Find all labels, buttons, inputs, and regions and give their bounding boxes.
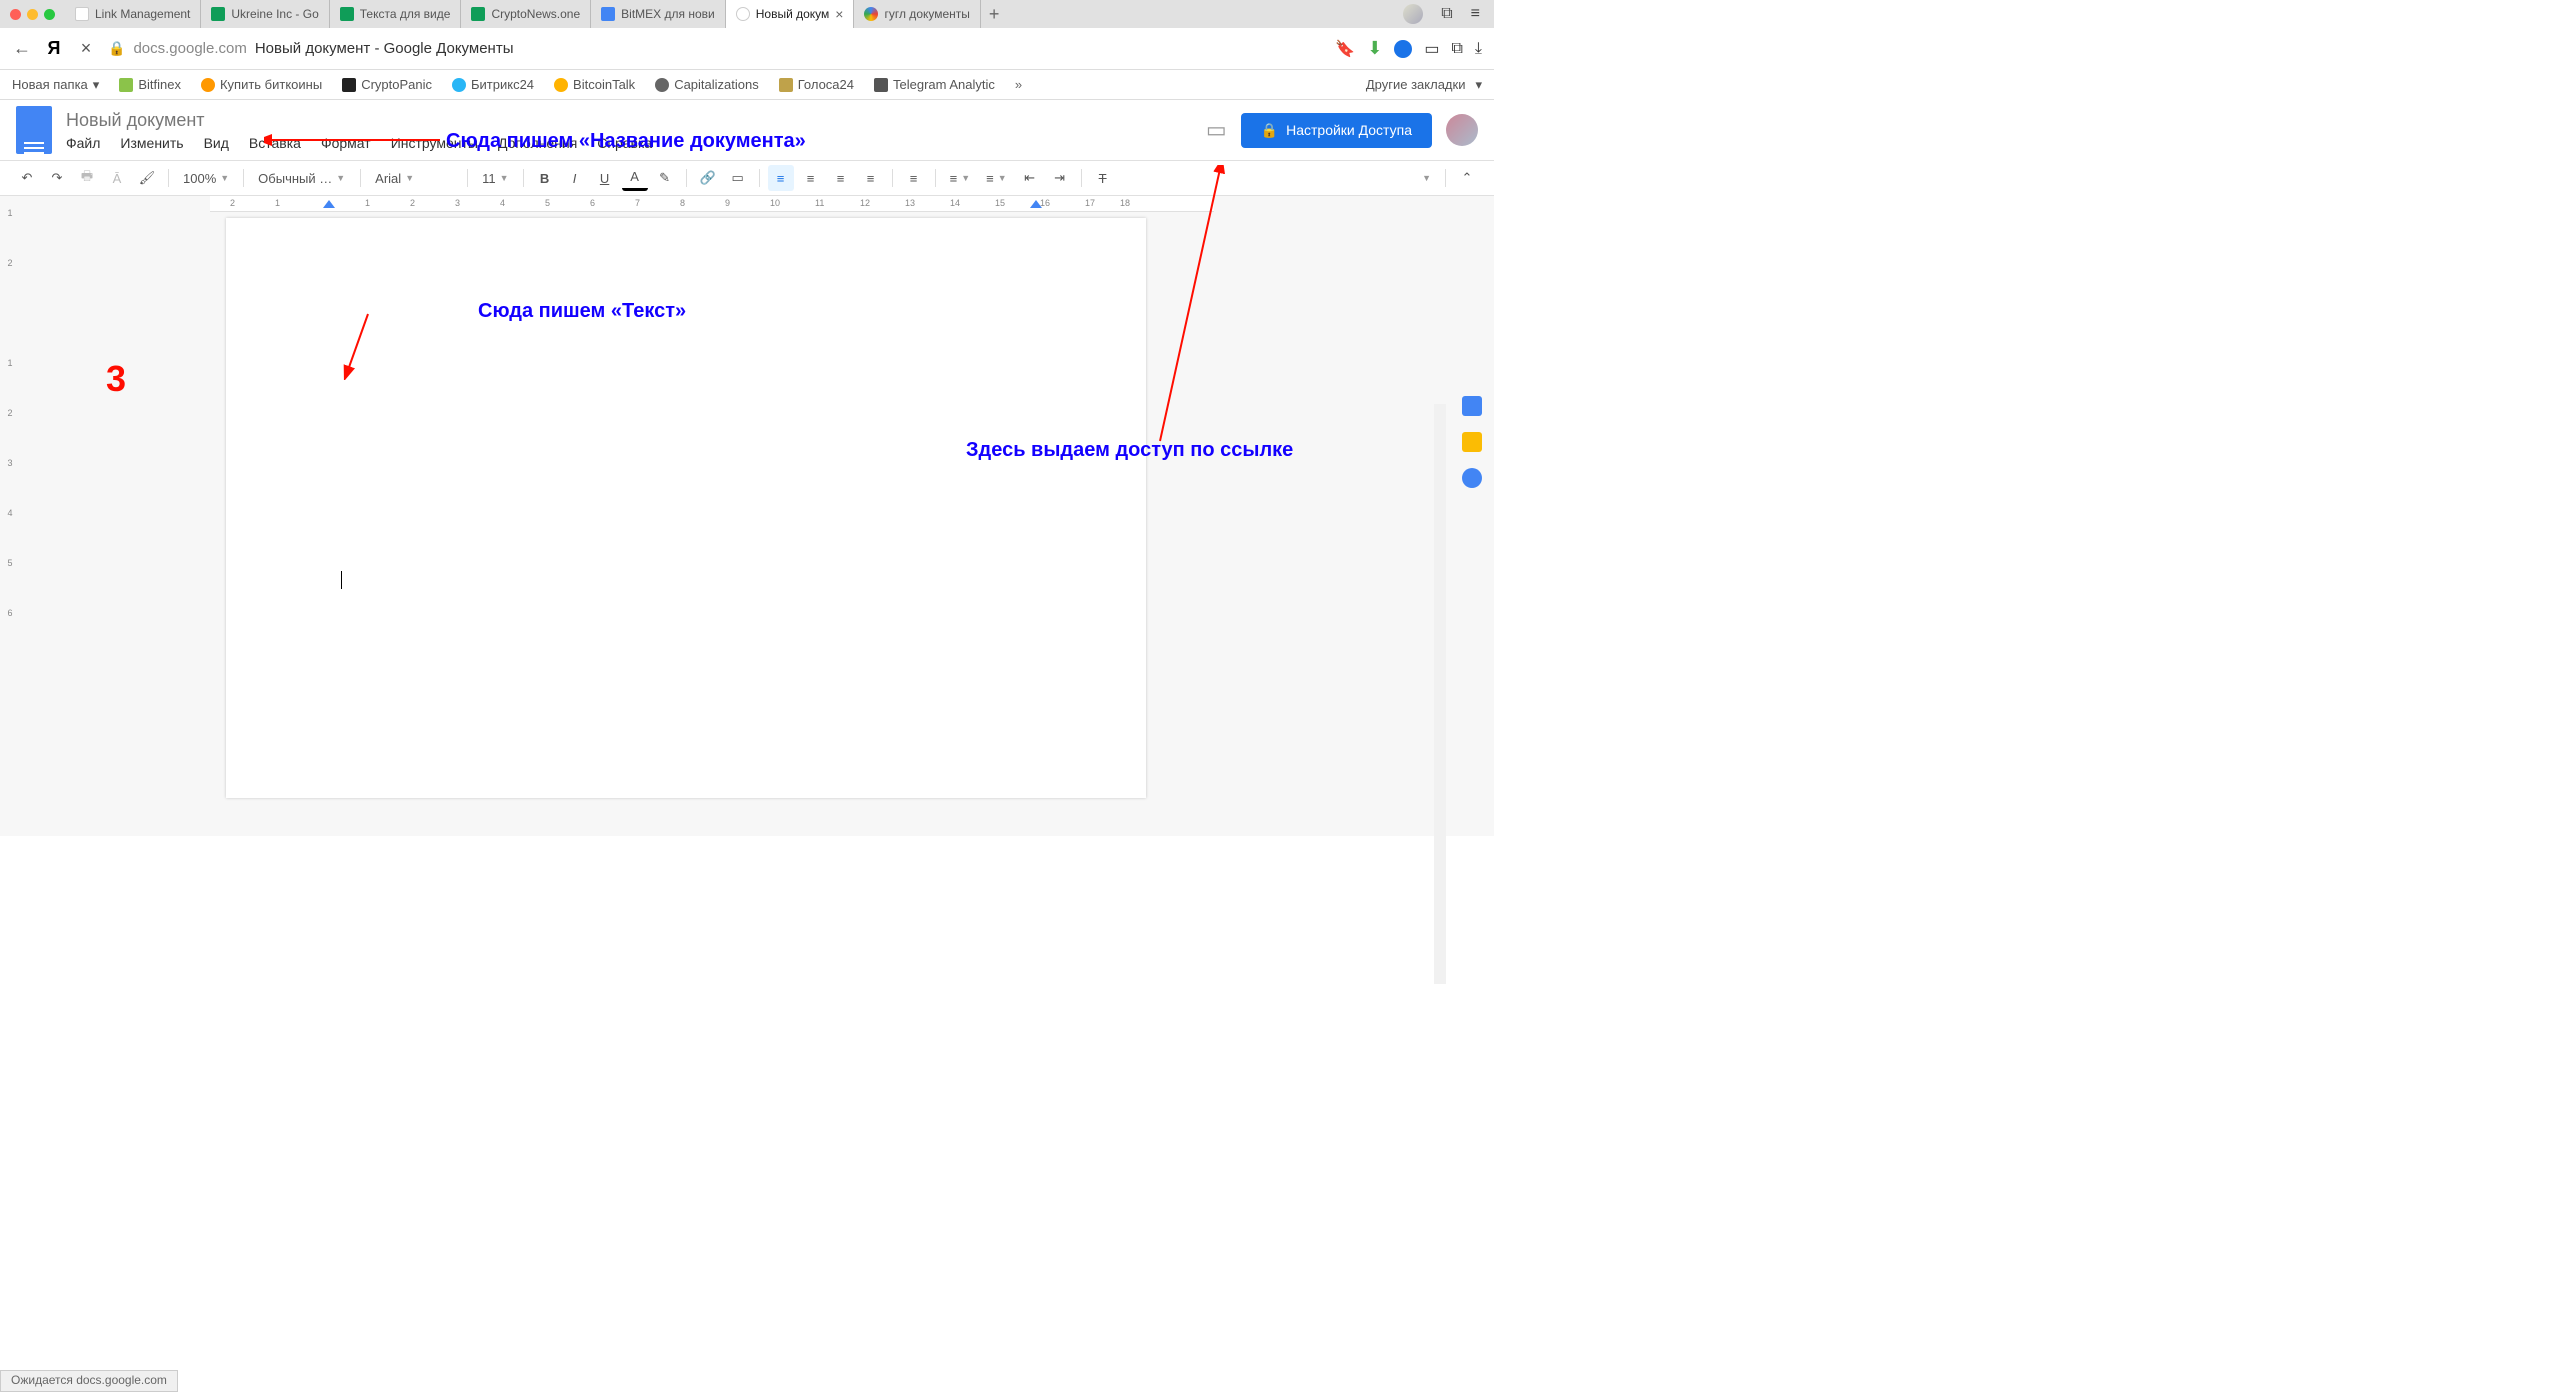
bulleted-list-button[interactable]: ≡▼ — [980, 171, 1013, 186]
menu-edit[interactable]: Изменить — [120, 135, 183, 151]
annotation-step-number: 3 — [106, 358, 126, 400]
lock-icon: 🔒 — [108, 40, 125, 57]
align-justify-button[interactable]: ≡ — [858, 165, 884, 191]
tab-cryptonews[interactable]: CryptoNews.one — [461, 0, 591, 28]
yandex-button[interactable]: Я — [44, 39, 64, 59]
user-avatar[interactable] — [1446, 114, 1478, 146]
comment-button[interactable]: ▭ — [725, 165, 751, 191]
editing-mode-button[interactable]: ▼ — [1416, 173, 1437, 183]
new-tab-button[interactable]: + — [981, 4, 1008, 25]
align-right-button[interactable]: ≡ — [828, 165, 854, 191]
highlight-button[interactable]: ✎ — [652, 165, 678, 191]
hide-menus-button[interactable]: ⌃ — [1454, 165, 1480, 191]
menu-file[interactable]: Файл — [66, 135, 100, 151]
doc-title-input[interactable]: Новый документ — [66, 110, 652, 131]
link-button[interactable]: 🔗 — [695, 165, 721, 191]
vertical-ruler: 12 123 456 — [0, 208, 20, 788]
style-select[interactable]: Обычный …▼ — [252, 171, 352, 186]
bookmarks-bar: Новая папка ▾ Bitfinex Купить биткоины C… — [0, 70, 1494, 100]
tasks-icon[interactable] — [1462, 468, 1482, 488]
vertical-scrollbar[interactable] — [1434, 404, 1446, 984]
browser-tabs: Link Management Ukreine Inc - Go Текста … — [0, 0, 1494, 28]
bookmark-bitcointalk[interactable]: BitcoinTalk — [554, 77, 635, 92]
maximize-window-icon[interactable] — [44, 9, 55, 20]
horizontal-ruler[interactable]: 2 1 1 2 3 4 5 6 7 8 9 10 11 12 13 14 15 … — [210, 196, 1214, 212]
tab-link-management[interactable]: Link Management — [65, 0, 201, 28]
annotation-text-hint: Сюда пишем «Текст» — [478, 300, 686, 323]
bookmark-icon[interactable]: 🔖 — [1335, 39, 1355, 59]
zoom-select[interactable]: 100%▼ — [177, 171, 235, 186]
numbered-list-button[interactable]: ≡▼ — [944, 171, 977, 186]
bookmark-telegram[interactable]: Telegram Analytic — [874, 77, 995, 92]
redo-button[interactable]: ↷ — [44, 165, 70, 191]
paint-format-button[interactable]: 🖌 — [134, 165, 160, 191]
close-window-icon[interactable] — [10, 9, 21, 20]
tab-texta[interactable]: Текста для виде — [330, 0, 462, 28]
url-display[interactable]: 🔒 docs.google.com Новый документ - Googl… — [108, 40, 1323, 57]
fontsize-select[interactable]: 11▼ — [476, 171, 514, 186]
minimize-window-icon[interactable] — [27, 9, 38, 20]
annotation-title-hint: Сюда пишем «Название документа» — [446, 130, 806, 153]
tab-new-doc[interactable]: Новый докум× — [726, 0, 855, 28]
bookmark-cryptopanic[interactable]: CryptoPanic — [342, 77, 432, 92]
bookmark-golosa24[interactable]: Голоса24 — [779, 77, 854, 92]
editor-canvas: 2 1 1 2 3 4 5 6 7 8 9 10 11 12 13 14 15 … — [0, 196, 1494, 836]
status-bar: Ожидается docs.google.com — [0, 1370, 178, 1392]
annotation-share-hint: Здесь выдаем доступ по ссылке — [966, 439, 1293, 462]
clear-format-button[interactable]: T — [1090, 165, 1116, 191]
italic-button[interactable]: I — [562, 165, 588, 191]
font-select[interactable]: Arial▼ — [369, 171, 459, 186]
docs-logo-icon[interactable] — [16, 106, 52, 154]
bold-button[interactable]: B — [532, 165, 558, 191]
menu-format[interactable]: Формат — [321, 135, 371, 151]
calendar-icon[interactable] — [1462, 396, 1482, 416]
download-icon[interactable]: ⬇ — [1367, 38, 1382, 59]
close-tab-icon[interactable]: × — [835, 6, 843, 22]
stop-reload-button[interactable]: × — [76, 39, 96, 59]
indent-marker-first[interactable] — [323, 200, 335, 208]
line-spacing-button[interactable]: ≡ — [901, 165, 927, 191]
extensions-icon[interactable]: ⧉ — [1441, 5, 1452, 23]
shield-icon[interactable] — [1394, 40, 1412, 58]
indent-marker-right[interactable] — [1030, 200, 1042, 208]
battery-icon[interactable]: ▭ — [1424, 39, 1439, 59]
bookmarks-overflow[interactable]: » — [1015, 77, 1022, 92]
window-controls — [0, 9, 65, 20]
profile-avatar-icon[interactable] — [1403, 4, 1423, 24]
undo-button[interactable]: ↶ — [14, 165, 40, 191]
side-panel — [1450, 396, 1494, 488]
tab-google-search[interactable]: гугл документы — [854, 0, 980, 28]
other-bookmarks[interactable]: Другие закладки — [1366, 77, 1466, 92]
menu-icon[interactable]: ≡ — [1471, 5, 1480, 23]
align-left-button[interactable]: ≡ — [768, 165, 794, 191]
align-center-button[interactable]: ≡ — [798, 165, 824, 191]
back-button[interactable]: ← — [12, 39, 32, 59]
bookmark-bitfinex[interactable]: Bitfinex — [119, 77, 181, 92]
print-button[interactable]: 🖶 — [74, 165, 100, 191]
underline-button[interactable]: U — [592, 165, 618, 191]
menu-insert[interactable]: Вставка — [249, 135, 301, 151]
keep-icon[interactable] — [1462, 432, 1482, 452]
toolbar: ↶ ↷ 🖶 Ā 🖌 100%▼ Обычный …▼ Arial▼ 11▼ B … — [0, 160, 1494, 196]
address-bar: ← Я × 🔒 docs.google.com Новый документ -… — [0, 28, 1494, 70]
tab-bitmex[interactable]: BitMEX для нови — [591, 0, 726, 28]
menu-view[interactable]: Вид — [204, 135, 229, 151]
decrease-indent-button[interactable]: ⇤ — [1017, 165, 1043, 191]
text-color-button[interactable]: A — [622, 165, 648, 191]
text-cursor — [341, 571, 342, 589]
comments-icon[interactable]: ▭ — [1206, 117, 1227, 143]
downloads-icon[interactable]: ⤓ — [1475, 40, 1482, 58]
share-button[interactable]: 🔒 Настройки Доступа — [1241, 113, 1432, 148]
bookmark-bitrix24[interactable]: Битрикс24 — [452, 77, 534, 92]
increase-indent-button[interactable]: ⇥ — [1047, 165, 1073, 191]
bookmark-capitalizations[interactable]: Capitalizations — [655, 77, 759, 92]
lock-icon: 🔒 — [1261, 122, 1278, 139]
tab-ukreine[interactable]: Ukreine Inc - Go — [201, 0, 329, 28]
copy-icon[interactable]: ⧉ — [1451, 40, 1462, 58]
spellcheck-button[interactable]: Ā — [104, 165, 130, 191]
bookmark-folder[interactable]: Новая папка ▾ — [12, 77, 99, 93]
bookmark-buy-bitcoin[interactable]: Купить биткоины — [201, 77, 322, 92]
